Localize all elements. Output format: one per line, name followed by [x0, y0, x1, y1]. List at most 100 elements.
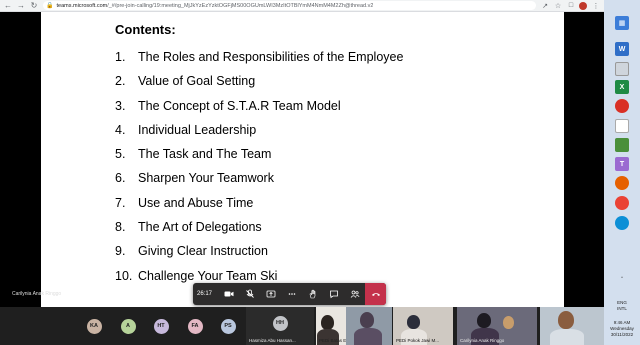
firefox-app-icon[interactable]: [615, 176, 629, 190]
clock-time: 9:46 AM: [613, 320, 631, 325]
hang-up-icon: [371, 293, 380, 296]
menu-icon[interactable]: ⋮: [591, 1, 601, 11]
clock[interactable]: 9:46 AM Wednesday 30/11/2022: [604, 320, 640, 338]
region-code: INTL: [617, 306, 627, 311]
contents-item-text: The Roles and Responsibilities of the Em…: [138, 50, 404, 64]
input-language[interactable]: ENG INTL: [604, 300, 640, 312]
participant-tile[interactable]: FA: [185, 307, 205, 345]
video-person: [477, 313, 491, 328]
word-app-icon[interactable]: W: [615, 42, 629, 56]
photos-app-icon[interactable]: [615, 138, 629, 152]
participant-video-tile[interactable]: [346, 307, 392, 345]
excel-app-icon[interactable]: X: [615, 80, 629, 94]
contents-item: 1. The Roles and Responsibilities of the …: [115, 50, 403, 74]
participant-name: Carilynia Anak Ringgo: [460, 338, 505, 343]
contents-item-number: 2.: [115, 74, 126, 89]
contents-item: 5. The Task and The Team: [115, 147, 403, 171]
share-icon[interactable]: ↗: [540, 1, 550, 11]
office-app-icon[interactable]: [615, 99, 629, 113]
contents-item: 7. Use and Abuse Time: [115, 196, 403, 220]
slide-title: Contents:: [115, 22, 176, 37]
contents-item-number: 1.: [115, 50, 126, 64]
contents-item-number: 10.: [115, 268, 133, 283]
contents-list: 1. The Roles and Responsibilities of the …: [115, 50, 403, 293]
contents-item-number: 6.: [115, 171, 126, 186]
url-text: teams.microsoft.com/_#/pre-join-calling/…: [56, 3, 373, 9]
browser-toolbar: ← → ↻ 🔒 teams.microsoft.com/_#/pre-join-…: [0, 0, 604, 12]
participant-avatar: A: [120, 318, 136, 334]
participant-name: Hasmiza Abu Hassan...: [249, 338, 296, 343]
address-bar[interactable]: 🔒 teams.microsoft.com/_#/pre-join-callin…: [43, 1, 536, 10]
participant-video-tile[interactable]: [540, 307, 604, 345]
participant-tile[interactable]: HH Hasmiza Abu Hassan...: [246, 307, 314, 345]
participant-tile[interactable]: HT: [151, 307, 171, 345]
contents-item-text: The Concept of S.T.A.R Team Model: [138, 98, 341, 113]
reload-icon[interactable]: ↻: [29, 1, 39, 11]
contents-item-number: 4.: [115, 122, 126, 137]
people-icon: [350, 290, 360, 298]
teams-app-icon[interactable]: T: [615, 157, 629, 171]
contents-item-text: Use and Abuse Time: [138, 195, 254, 210]
leave-call-button[interactable]: [365, 283, 387, 305]
contents-item-text: Value of Goal Setting: [138, 74, 256, 89]
share-tray-icon: [266, 290, 276, 298]
participant-avatar: HT: [153, 318, 169, 334]
participants-strip: KA A HT FA PS HH Hasmiza Abu Hassan... P…: [0, 307, 604, 345]
contents-item-text: Individual Leadership: [138, 122, 257, 137]
chrome-app-icon[interactable]: [615, 196, 629, 210]
participant-avatar: FA: [187, 318, 203, 334]
participant-video-tile[interactable]: PEDi Pokok Jawi M...: [393, 307, 453, 345]
mic-button[interactable]: [240, 283, 261, 305]
share-screen-button[interactable]: [261, 283, 282, 305]
camera-button[interactable]: [219, 283, 240, 305]
video-person: [407, 315, 420, 329]
contents-item-text: Challenge Your Team Ski: [138, 268, 278, 283]
clock-date: 30/11/2022: [610, 332, 634, 337]
contents-item: 2. Value of Goal Setting: [115, 74, 403, 98]
url-path: /_#/pre-join-calling/19:meeting_MjJkYzEz…: [107, 2, 374, 9]
shared-screen-stage: Contents: 1. The Roles and Responsibiliti…: [0, 12, 604, 307]
contents-item-number: 8.: [115, 220, 126, 235]
video-person: [558, 311, 574, 329]
star-icon[interactable]: ☆: [553, 1, 563, 11]
participant-avatar: PS: [220, 318, 236, 334]
chat-icon: [329, 290, 338, 299]
profile-avatar[interactable]: [579, 1, 587, 10]
tray-up-arrow-icon[interactable]: ⌃: [604, 276, 640, 282]
edge-app-icon[interactable]: [615, 216, 629, 230]
window-app-icon[interactable]: [615, 62, 629, 76]
raise-hand-button[interactable]: [302, 283, 323, 305]
contents-item-text: The Task and The Team: [138, 147, 272, 162]
participant-video-tile[interactable]: Carilynia Anak Ringgo: [457, 307, 537, 345]
chat-button[interactable]: [323, 283, 344, 305]
back-icon[interactable]: ←: [3, 1, 13, 11]
windows-taskbar: ▦ W X T ⌃ ENG INTL 9:46 AM Wednesday 30/11/…: [604, 0, 640, 345]
participant-avatar: KA: [86, 318, 102, 334]
participant-tile[interactable]: KA: [84, 307, 104, 345]
contents-item-text: The Art of Delegations: [138, 220, 262, 235]
contents-item-number: 9.: [115, 244, 126, 259]
contents-item-text: Sharpen Your Teamwork: [138, 171, 274, 186]
participant-tile[interactable]: A: [118, 307, 138, 345]
more-icon: [288, 293, 296, 295]
explorer-app-icon[interactable]: ▦: [615, 16, 629, 30]
contents-item: 6. Sharpen Your Teamwork: [115, 171, 403, 195]
extensions-icon[interactable]: □: [566, 1, 576, 11]
lock-icon: 🔒: [46, 3, 54, 9]
forward-icon[interactable]: →: [16, 1, 26, 11]
participant-name: PEDi Pokok Jawi M...: [396, 338, 440, 343]
contents-item: 4. Individual Leadership: [115, 123, 403, 147]
video-person: [321, 315, 334, 330]
participants-button[interactable]: [344, 283, 365, 305]
contents-item: 8. The Art of Delegations: [115, 220, 403, 244]
contents-item-number: 7.: [115, 195, 126, 210]
document-app-icon[interactable]: [615, 119, 629, 133]
presenter-name: Carilynia Anak Ringgo: [12, 291, 62, 297]
meeting-toolbar: 26:17: [193, 283, 387, 305]
mic-off-icon: [246, 289, 255, 298]
lang-code: ENG: [617, 300, 627, 305]
more-options-button[interactable]: [282, 283, 303, 305]
participant-tile[interactable]: PS: [218, 307, 238, 345]
camera-icon: [224, 291, 234, 297]
hand-icon: [309, 289, 316, 299]
